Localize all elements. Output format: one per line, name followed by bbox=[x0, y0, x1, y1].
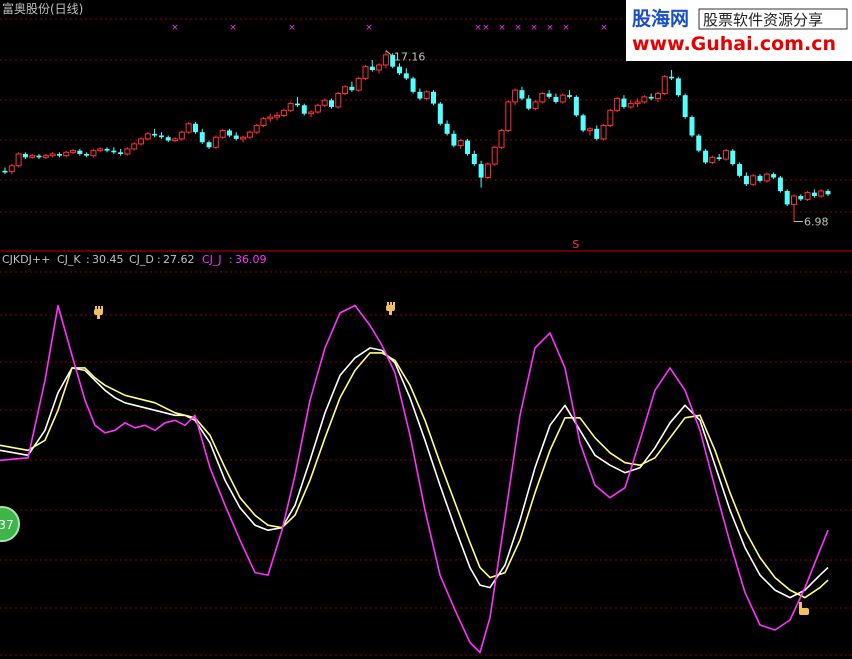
badge-count: 37 bbox=[0, 518, 14, 532]
candle bbox=[144, 132, 151, 141]
chart-title: 富奥股份(日线) bbox=[2, 1, 83, 16]
candle bbox=[750, 174, 757, 186]
legend-k-name: CJ_K bbox=[57, 253, 81, 266]
candle bbox=[355, 76, 362, 92]
x-marker: × bbox=[600, 23, 608, 33]
candle bbox=[600, 123, 607, 141]
svg-text::: : bbox=[86, 253, 90, 266]
candle bbox=[301, 103, 307, 116]
candle bbox=[321, 98, 328, 107]
candle bbox=[15, 152, 22, 168]
legend-j-name: CJ_J bbox=[202, 253, 222, 266]
candle bbox=[192, 122, 198, 134]
candle bbox=[614, 96, 621, 112]
x-marker: × bbox=[562, 23, 570, 33]
candle bbox=[260, 117, 267, 128]
candle bbox=[722, 148, 729, 161]
candle bbox=[287, 101, 294, 112]
x-marker: × bbox=[498, 23, 506, 33]
candle bbox=[763, 172, 770, 183]
candle bbox=[573, 95, 579, 118]
watermark-logo: 股海网 股票软件资源分享 www.Guhai.com.cn bbox=[626, 0, 852, 61]
x-marker: × bbox=[474, 23, 482, 33]
candle bbox=[498, 128, 505, 149]
candle bbox=[465, 138, 471, 156]
candle bbox=[437, 101, 443, 126]
candle bbox=[178, 130, 185, 141]
candle bbox=[484, 162, 491, 180]
candle bbox=[730, 148, 736, 166]
watermark-slogan: 股票软件资源分享 bbox=[703, 11, 823, 29]
indicator-name: CJKDJ++ bbox=[2, 253, 50, 266]
candle bbox=[607, 108, 614, 128]
candle bbox=[335, 91, 342, 109]
candle bbox=[696, 133, 702, 153]
watermark-url: www.Guhai.com.cn bbox=[632, 33, 836, 55]
candle bbox=[784, 189, 790, 207]
candle bbox=[661, 75, 668, 96]
candle bbox=[124, 147, 131, 156]
legend-d-value: 27.62 bbox=[163, 253, 195, 266]
candle bbox=[580, 113, 586, 133]
candle bbox=[505, 100, 512, 133]
x-marker: × bbox=[365, 23, 373, 33]
candle bbox=[185, 122, 192, 134]
candle bbox=[703, 148, 709, 165]
candle bbox=[491, 145, 498, 166]
legend-j-value: 36.09 bbox=[235, 253, 267, 266]
candle bbox=[641, 95, 648, 104]
x-marker: × bbox=[288, 23, 296, 33]
sell-signal-label: S bbox=[572, 238, 579, 251]
x-marker: × bbox=[482, 23, 490, 33]
candle bbox=[689, 115, 695, 138]
svg-text::: : bbox=[229, 253, 233, 266]
legend-k-value: 30.45 bbox=[92, 253, 124, 266]
candle bbox=[246, 130, 253, 139]
candle bbox=[709, 155, 716, 165]
candle bbox=[682, 93, 688, 119]
candle bbox=[131, 142, 138, 151]
x-marker: × bbox=[514, 23, 522, 33]
x-marker: × bbox=[546, 23, 554, 33]
candle bbox=[532, 100, 539, 111]
low-price-label: 6.98 bbox=[804, 216, 829, 229]
candle bbox=[138, 137, 145, 146]
candle bbox=[280, 108, 287, 118]
watermark-brand: 股海网 bbox=[632, 7, 689, 30]
candle bbox=[431, 90, 437, 106]
candle bbox=[90, 148, 97, 158]
candle bbox=[253, 123, 260, 134]
candle bbox=[219, 128, 226, 139]
candle bbox=[818, 189, 825, 198]
candle bbox=[410, 76, 416, 94]
candle bbox=[423, 90, 430, 101]
candle bbox=[804, 190, 811, 202]
candle bbox=[539, 91, 546, 104]
candle bbox=[314, 103, 321, 114]
candle bbox=[737, 162, 743, 178]
x-marker: × bbox=[171, 23, 179, 33]
candle bbox=[777, 175, 783, 193]
x-marker: × bbox=[229, 23, 237, 33]
candle bbox=[212, 135, 219, 149]
x-marker: × bbox=[530, 23, 538, 33]
candle bbox=[342, 85, 349, 96]
svg-text::: : bbox=[157, 253, 161, 266]
candle bbox=[362, 64, 369, 81]
legend-d-name: CJ_D bbox=[129, 253, 154, 266]
candle bbox=[559, 93, 566, 104]
stock-chart-canvas: × × × × × × × × × × × × 富奥股份(日线) 17.16 6.98 S 股海网 股… bbox=[0, 0, 852, 659]
high-price-label: 17.16 bbox=[394, 51, 426, 64]
candle bbox=[675, 76, 681, 97]
